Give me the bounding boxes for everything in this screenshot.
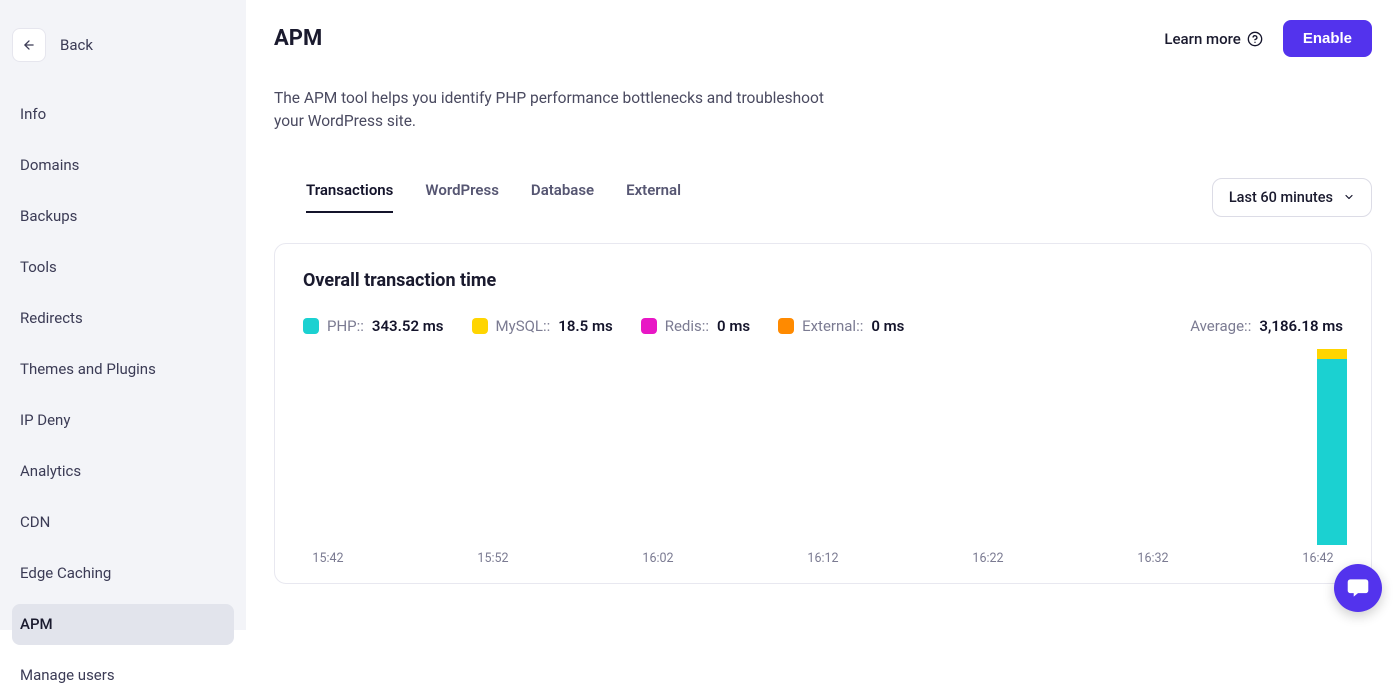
- back-button[interactable]: [12, 28, 46, 62]
- legend-left: PHP:: 343.52 ms MySQL:: 18.5 ms Redis:: …: [303, 317, 904, 335]
- chart-bar-segment: [1317, 359, 1347, 544]
- arrow-left-icon: [22, 38, 36, 52]
- sidebar-item-label: Info: [20, 105, 46, 123]
- sidebar-item-themes[interactable]: Themes and Plugins: [12, 349, 234, 390]
- swatch-external: [778, 318, 794, 334]
- header: APM Learn more Enable: [274, 20, 1372, 57]
- legend-label: PHP::: [327, 317, 364, 335]
- sidebar-item-manage-users[interactable]: Manage users: [12, 655, 234, 696]
- chart-x-tick: 16:42: [1297, 551, 1339, 566]
- sidebar-item-edge-caching[interactable]: Edge Caching: [12, 553, 234, 594]
- page-title: APM: [274, 26, 322, 51]
- legend-item-mysql: MySQL:: 18.5 ms: [472, 317, 613, 335]
- sidebar-item-domains[interactable]: Domains: [12, 145, 234, 186]
- tabs-row: Transactions WordPress Database External…: [274, 178, 1372, 217]
- back-label: Back: [60, 36, 93, 54]
- help-circle-icon: [1247, 31, 1263, 47]
- legend-row: PHP:: 343.52 ms MySQL:: 18.5 ms Redis:: …: [303, 317, 1343, 335]
- tab-database[interactable]: Database: [531, 181, 594, 213]
- legend-item-php: PHP:: 343.52 ms: [303, 317, 444, 335]
- sidebar-item-apm[interactable]: APM: [12, 604, 234, 645]
- main: APM Learn more Enable The APM tool helps…: [246, 0, 1400, 630]
- chart-x-tick: 16:22: [967, 551, 1009, 566]
- legend-label: External::: [802, 317, 863, 335]
- legend-value: 0 ms: [871, 317, 904, 335]
- legend-value: 343.52 ms: [372, 317, 444, 335]
- chevron-down-icon: [1343, 191, 1355, 203]
- legend-item-external: External:: 0 ms: [778, 317, 904, 335]
- sidebar-item-label: CDN: [20, 513, 50, 531]
- tabs: Transactions WordPress Database External: [274, 181, 681, 213]
- header-actions: Learn more Enable: [1164, 20, 1372, 57]
- chart-x-tick: 16:02: [637, 551, 679, 566]
- chart-area: 15:42 15:52 16:02 16:12 16:22 16:32 16:42: [303, 349, 1343, 567]
- chart-card: Overall transaction time PHP:: 343.52 ms…: [274, 243, 1372, 584]
- sidebar-item-redirects[interactable]: Redirects: [12, 298, 234, 339]
- sidebar-item-analytics[interactable]: Analytics: [12, 451, 234, 492]
- sidebar-item-label: Domains: [20, 156, 79, 174]
- legend-value: 0 ms: [717, 317, 750, 335]
- chat-icon: [1346, 576, 1370, 600]
- tab-external[interactable]: External: [626, 181, 681, 213]
- page-description: The APM tool helps you identify PHP perf…: [274, 87, 854, 134]
- swatch-mysql: [472, 318, 488, 334]
- swatch-php: [303, 318, 319, 334]
- back-row: Back: [12, 24, 234, 90]
- chart-x-tick: 15:42: [307, 551, 349, 566]
- chart-x-tick: 16:32: [1132, 551, 1174, 566]
- chart-x-axis: 15:42 15:52 16:02 16:12 16:22 16:32 16:42: [303, 545, 1343, 566]
- legend-label: MySQL::: [496, 317, 551, 335]
- sidebar-item-tools[interactable]: Tools: [12, 247, 234, 288]
- sidebar-item-ip-deny[interactable]: IP Deny: [12, 400, 234, 441]
- learn-more-label: Learn more: [1164, 30, 1240, 48]
- enable-button[interactable]: Enable: [1283, 20, 1372, 57]
- chart-bars: [303, 349, 1343, 545]
- swatch-redis: [641, 318, 657, 334]
- sidebar-item-label: APM: [20, 615, 53, 633]
- chart-x-tick: 15:52: [472, 551, 514, 566]
- sidebar-item-cdn[interactable]: CDN: [12, 502, 234, 543]
- legend-average: Average:: 3,186.18 ms: [1190, 317, 1343, 335]
- sidebar-item-label: Edge Caching: [20, 564, 111, 582]
- legend-item-redis: Redis:: 0 ms: [641, 317, 750, 335]
- average-label: Average::: [1190, 317, 1251, 335]
- sidebar-item-label: IP Deny: [20, 411, 70, 429]
- time-range-select[interactable]: Last 60 minutes: [1212, 178, 1372, 217]
- card-title: Overall transaction time: [303, 270, 1343, 291]
- chat-launcher-button[interactable]: [1334, 564, 1382, 612]
- sidebar-item-label: Tools: [20, 258, 57, 276]
- learn-more-link[interactable]: Learn more: [1164, 30, 1262, 48]
- chart-bar: [1317, 349, 1347, 544]
- tab-wordpress[interactable]: WordPress: [425, 181, 499, 213]
- sidebar-item-backups[interactable]: Backups: [12, 196, 234, 237]
- sidebar-item-label: Redirects: [20, 309, 83, 327]
- time-range-label: Last 60 minutes: [1229, 189, 1333, 206]
- legend-value: 18.5 ms: [558, 317, 612, 335]
- sidebar-item-label: Backups: [20, 207, 77, 225]
- chart-x-tick: 16:12: [802, 551, 844, 566]
- sidebar: Back Info Domains Backups Tools Redirect…: [0, 0, 246, 630]
- sidebar-item-label: Manage users: [20, 666, 115, 684]
- tab-transactions[interactable]: Transactions: [306, 181, 393, 213]
- sidebar-item-label: Analytics: [20, 462, 81, 480]
- sidebar-item-label: Themes and Plugins: [20, 360, 156, 378]
- chart-bar-segment: [1317, 349, 1347, 359]
- legend-label: Redis::: [665, 317, 709, 335]
- sidebar-item-info[interactable]: Info: [12, 94, 234, 135]
- average-value: 3,186.18 ms: [1259, 317, 1343, 335]
